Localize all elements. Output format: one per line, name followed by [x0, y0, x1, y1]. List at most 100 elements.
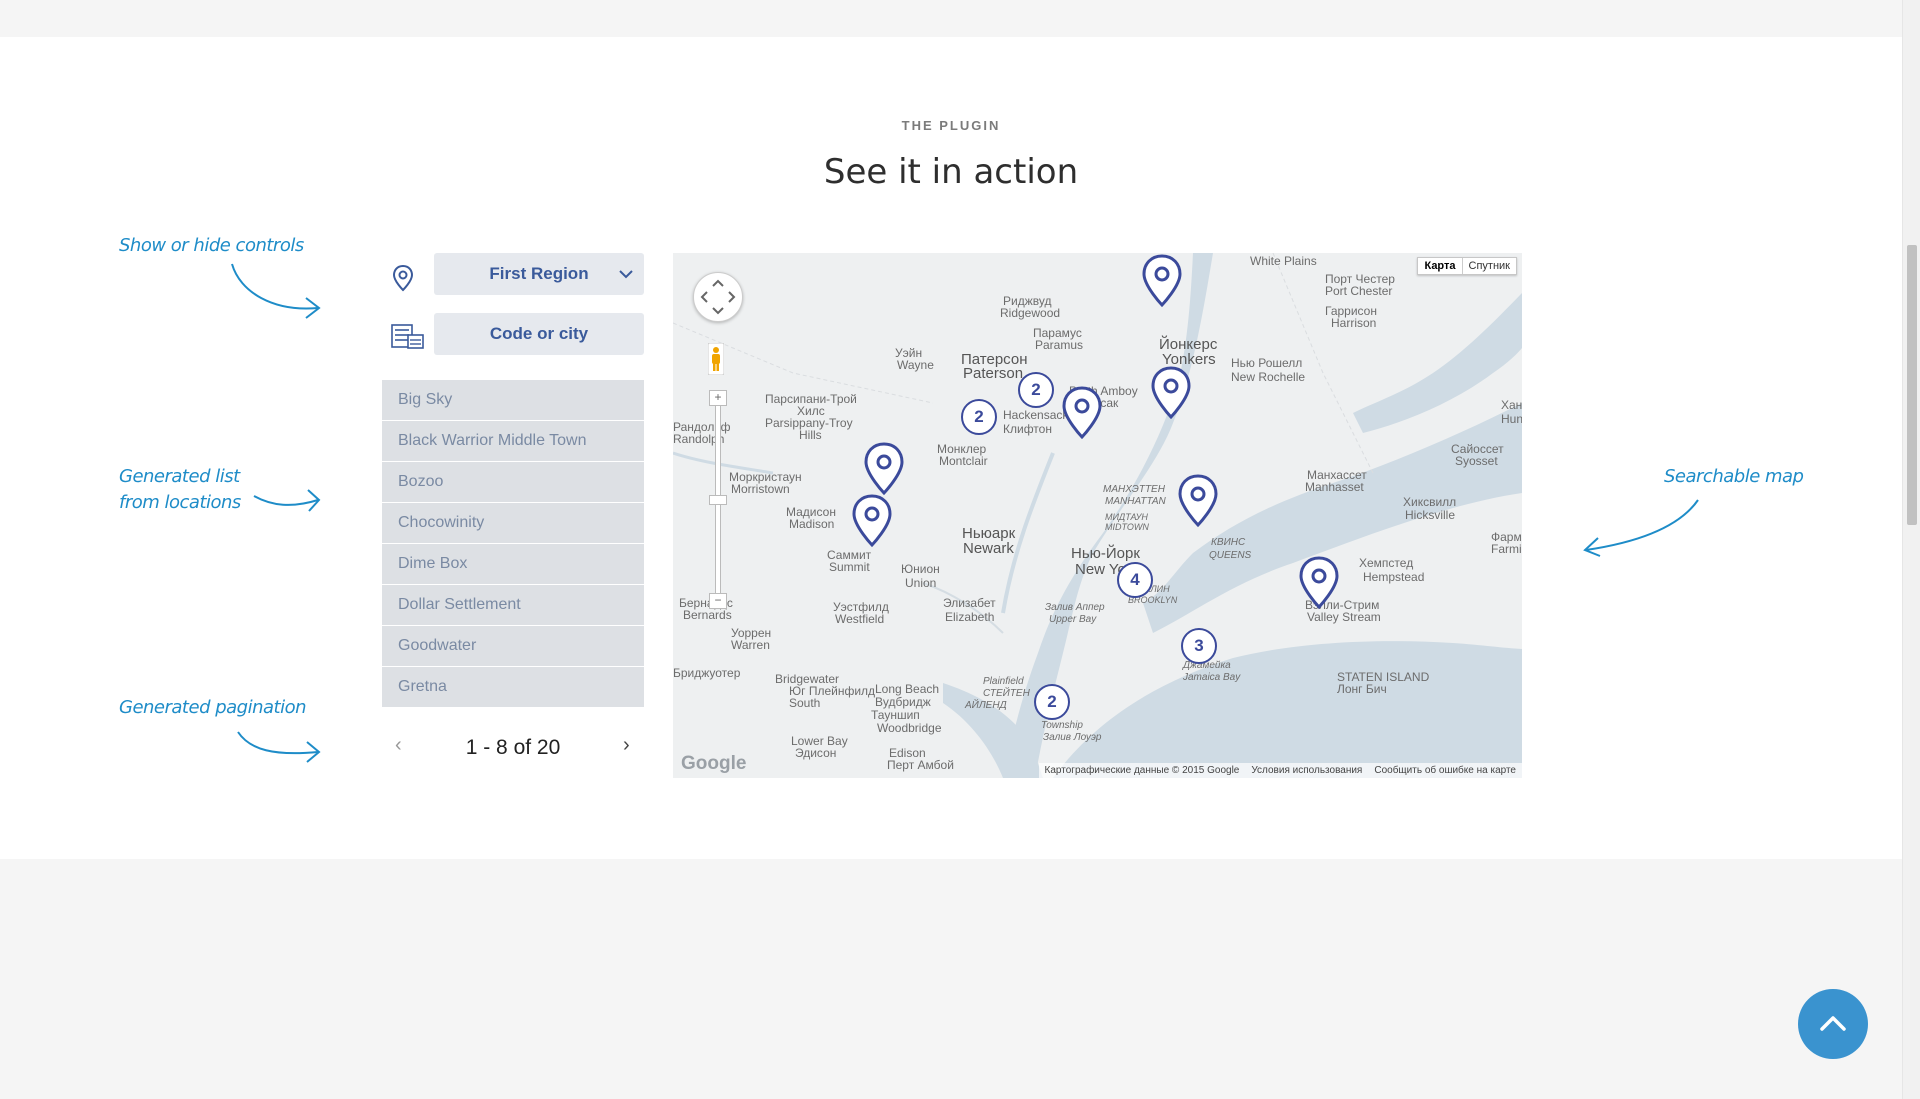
map-label: Union [905, 576, 937, 590]
map-label: Morristown [731, 482, 790, 496]
map-label: Нью-Йорк [1071, 545, 1140, 562]
map-type-satellite-button[interactable]: Спутник [1463, 258, 1516, 274]
chevron-up-icon [1820, 1016, 1846, 1031]
map-label: MANHATTAN [1105, 496, 1166, 507]
map-label: Хемпстед [1359, 556, 1414, 570]
map-label: АЙЛЕНД [965, 700, 1007, 711]
map-label: Farmin [1491, 542, 1522, 556]
map-marker-icon[interactable] [1176, 473, 1220, 529]
map-cluster-marker[interactable]: 2 [1018, 372, 1054, 408]
annotation-pagination: Generated pagination [119, 697, 307, 718]
map-marker-icon[interactable] [862, 441, 906, 497]
scrollbar-thumb[interactable] [1907, 245, 1917, 525]
map-type-map-button[interactable]: Карта [1418, 258, 1463, 274]
map-label: White Plains [1250, 254, 1317, 268]
map-label: Valley Stream [1307, 610, 1381, 624]
map-label: Wayne [897, 358, 934, 372]
map-label: Hempstead [1363, 570, 1425, 584]
map-label: Upper Bay [1049, 614, 1097, 625]
map-label: Ньюарк [962, 525, 1016, 542]
map-cluster-marker[interactable]: 2 [1034, 684, 1070, 720]
pagination-label: 1 - 8 of 20 [465, 736, 561, 759]
list-item[interactable]: Gretna [382, 667, 644, 707]
zoom-out-button[interactable]: − [709, 593, 727, 609]
map-label: Hills [799, 428, 822, 442]
map-cluster-marker[interactable]: 2 [961, 399, 997, 435]
list-item[interactable]: Bozoo [382, 462, 644, 502]
map-label: Paramus [1035, 338, 1084, 352]
location-pin-icon [392, 264, 414, 292]
street-view-pegman-icon[interactable] [708, 343, 724, 375]
map-label: Йонкерс [1159, 336, 1218, 353]
map-label: Hackensack [1003, 408, 1069, 422]
list-item[interactable]: Goodwater [382, 626, 644, 666]
map-label: Hicksville [1405, 508, 1456, 522]
map-cluster-marker[interactable]: 3 [1181, 628, 1217, 664]
map-marker-icon[interactable] [1060, 385, 1104, 441]
map-data-credit: Картографические данные © 2015 Google [1044, 765, 1240, 776]
section-eyebrow: THE PLUGIN [901, 118, 1001, 133]
annotation-arrow-pagination [237, 731, 321, 763]
map-label: QUEENS [1209, 550, 1252, 561]
list-item[interactable]: Big Sky [382, 380, 644, 420]
list-item[interactable]: Black Warrior Middle Town [382, 421, 644, 461]
map-label: Бриджуотер [673, 666, 741, 680]
map-marker-icon[interactable] [850, 493, 894, 549]
map-label: Newark [963, 540, 1014, 557]
map-cluster-marker[interactable]: 4 [1117, 562, 1153, 598]
map-label: Elizabeth [945, 610, 995, 624]
annotation-list-line1: Generated list [119, 466, 240, 487]
map-label: Woodbridge [877, 721, 942, 735]
annotation-arrow-map [1583, 499, 1699, 557]
back-to-top-button[interactable] [1798, 989, 1868, 1059]
map-label: New Rochelle [1231, 370, 1306, 384]
pagination-next-button[interactable]: › [623, 734, 630, 757]
map-marker-icon[interactable] [1149, 365, 1193, 421]
map-label: Юнион [901, 562, 940, 576]
pagination-prev-button[interactable]: ‹ [395, 734, 402, 757]
map-label: Manhasset [1305, 480, 1364, 494]
search-input[interactable]: Code or city [434, 313, 644, 355]
google-logo: Google [681, 753, 747, 774]
map-label: Jamaica Bay [1183, 672, 1241, 683]
list-grid-icon [391, 324, 424, 349]
map-terms-link[interactable]: Условия использования [1251, 765, 1362, 776]
annotation-list: Generated list from locations [119, 464, 241, 516]
map-type-toggle: Карта Спутник [1417, 257, 1517, 275]
region-select[interactable]: First Region [434, 253, 644, 295]
annotation-list-line2: from locations [119, 492, 241, 513]
map-label: Залив Лоуэр [1043, 732, 1102, 743]
map-label: MIDTOWN [1105, 522, 1149, 532]
zoom-in-button[interactable]: + [709, 390, 727, 406]
map-label: Madison [789, 517, 835, 531]
pan-control[interactable] [693, 272, 743, 322]
map-marker-icon[interactable] [1140, 253, 1184, 309]
searchable-map[interactable]: White Plains Порт Честер Port Chester Ри… [673, 253, 1522, 778]
search-input-placeholder: Code or city [489, 324, 589, 343]
map-label: Westfield [835, 612, 885, 626]
zoom-slider-thumb[interactable] [709, 495, 727, 505]
map-label: Hun [1501, 412, 1522, 426]
map-label: Клифтон [1003, 422, 1052, 436]
map-label: Ridgewood [1000, 306, 1061, 320]
map-label: Paterson [963, 365, 1024, 382]
chevron-down-icon [619, 270, 633, 279]
annotation-arrow-list [253, 489, 321, 512]
map-label: Montclair [939, 454, 988, 468]
list-item[interactable]: Dollar Settlement [382, 585, 644, 625]
map-label: Нью Рошелл [1231, 356, 1303, 370]
page-scrollbar[interactable] [1902, 0, 1920, 1099]
map-label: Перт Амбой [887, 758, 954, 772]
annotation-arrow-controls [231, 263, 321, 319]
annotation-controls: Show or hide controls [119, 235, 304, 256]
map-report-link[interactable]: Сообщить об ошибке на карте [1374, 765, 1516, 776]
map-label: Warren [731, 638, 770, 652]
list-item[interactable]: Chocowinity [382, 503, 644, 543]
list-item[interactable]: Dime Box [382, 544, 644, 584]
map-label: Summit [829, 560, 870, 574]
map-label: КВИНС [1211, 537, 1246, 548]
map-label: Хан [1501, 398, 1522, 412]
location-list: Big Sky Black Warrior Middle Town Bozoo … [382, 380, 644, 708]
map-label: Bernards [683, 608, 732, 622]
map-marker-icon[interactable] [1297, 555, 1341, 611]
